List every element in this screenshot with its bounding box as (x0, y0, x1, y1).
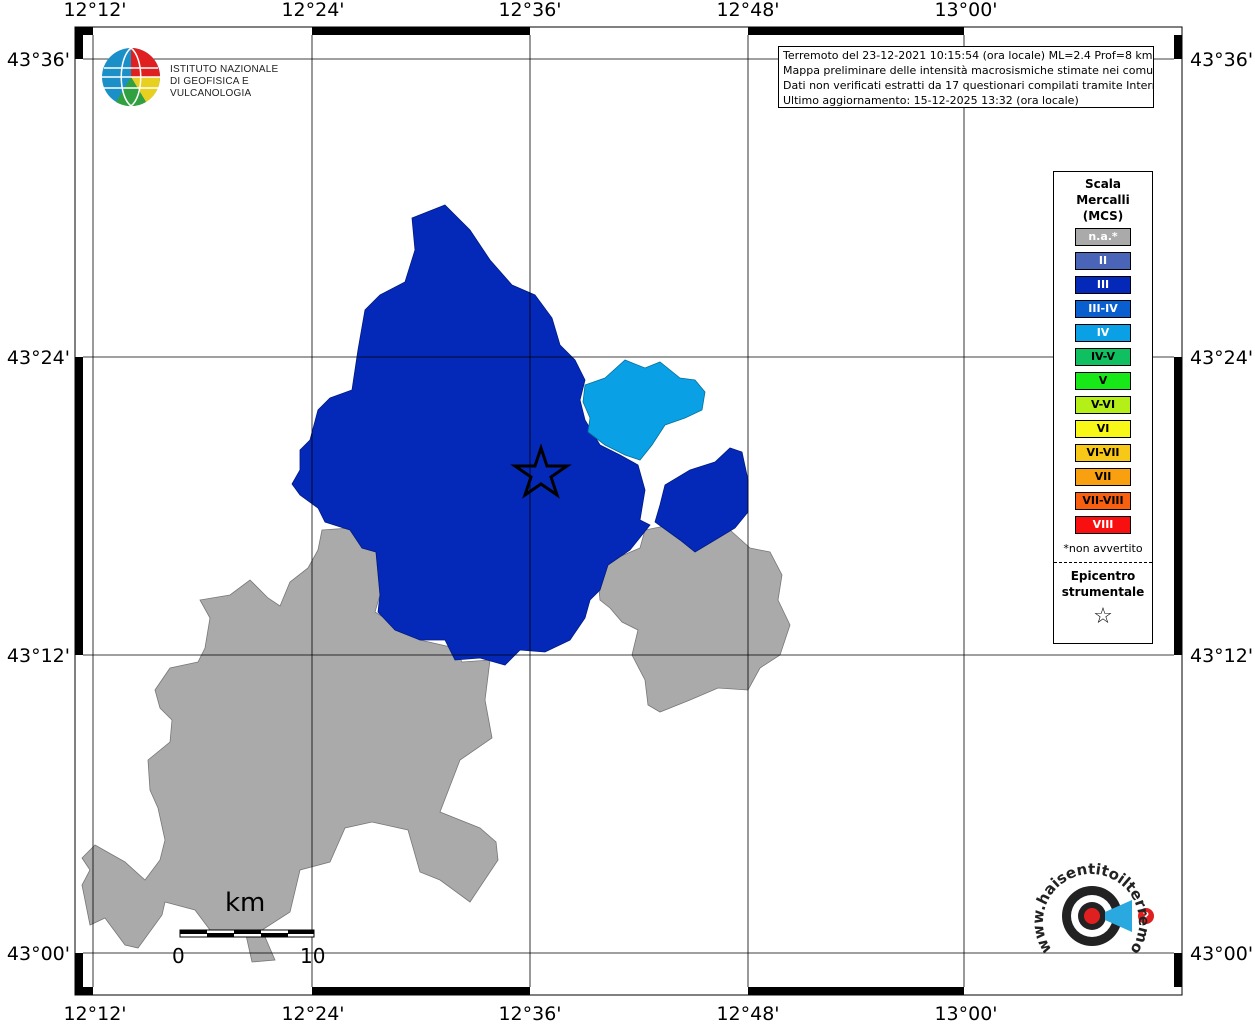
epicenter-star-icon: ☆ (1093, 604, 1113, 629)
lat-label: 43°36' (1190, 49, 1253, 71)
ingv-name-line2: DI GEOFISICA E VULCANOLOGIA (170, 76, 252, 99)
scale-start-label: 0 (172, 944, 185, 968)
longitude-labels-top: 12°12' 12°24' 12°36' 12°48' 13°00' (63, 0, 997, 21)
lat-label: 43°36' (7, 49, 70, 71)
legend-item: n.a.* (1075, 228, 1131, 246)
lat-label: 43°24' (7, 347, 70, 369)
legend-item: IV (1075, 324, 1131, 342)
lat-label: 43°12' (1190, 645, 1253, 667)
lon-label: 12°24' (281, 1003, 344, 1024)
scale-bar (179, 929, 315, 938)
event-info-line: Ultimo aggiornamento: 15-12-2025 13:32 (… (783, 94, 1079, 107)
legend-title: Mercalli (1076, 193, 1130, 207)
event-info-box: Terremoto del 23-12-2021 10:15:54 (ora l… (778, 46, 1154, 108)
globe-icon (102, 47, 161, 107)
legend-item: III-IV (1075, 300, 1131, 318)
legend-item: VI-VII (1075, 444, 1131, 462)
legend-item: V-VI (1075, 396, 1131, 414)
mcs-legend: Scala Mercalli (MCS) n.a.* II III III-IV IV I… (1053, 171, 1153, 644)
legend-title: (MCS) (1082, 209, 1124, 223)
lon-label: 12°12' (63, 0, 126, 21)
lon-label: 12°36' (498, 1003, 561, 1024)
lon-label: 13°00' (934, 0, 997, 21)
ingv-name-line1: ISTITUTO NAZIONALE (170, 64, 279, 75)
ingv-logo: ISTITUTO NAZIONALE DI GEOFISICA E VULCAN… (100, 46, 320, 110)
scale-end-label: 10 (300, 944, 326, 968)
legend-item: II (1075, 252, 1131, 270)
latitude-labels-left: 43°36' 43°24' 43°12' 43°00' (7, 49, 70, 965)
haisentito-logo: ? www.haisentitoilterremoto.it (1025, 836, 1160, 980)
lon-label: 12°12' (63, 1003, 126, 1024)
lon-label: 13°00' (934, 1003, 997, 1024)
lat-label: 43°00' (1190, 943, 1253, 965)
lon-label: 12°48' (716, 0, 779, 21)
legend-epicenter-label: strumentale (1061, 585, 1145, 599)
lat-label: 43°12' (7, 645, 70, 667)
event-info-line: Terremoto del 23-12-2021 10:15:54 (ora l… (783, 49, 1153, 62)
lon-label: 12°36' (498, 0, 561, 21)
legend-item: III (1075, 276, 1131, 294)
latitude-labels-right: 43°36' 43°24' 43°12' 43°00' (1190, 49, 1253, 965)
legend-epicenter-label: Epicentro (1070, 569, 1136, 583)
scale-unit: km (225, 888, 266, 918)
legend-item: VI (1075, 420, 1131, 438)
legend-separator (1054, 562, 1152, 563)
legend-items: n.a.* II III III-IV IV IV-V V V-VI VI VI-VII VII VI… (1054, 228, 1152, 534)
legend-item: VII (1075, 468, 1131, 486)
legend-item: V (1075, 372, 1131, 390)
legend-note: *non avvertito (1063, 542, 1143, 555)
legend-item: VIII (1075, 516, 1131, 534)
legend-item: IV-V (1075, 348, 1131, 366)
lon-label: 12°48' (716, 1003, 779, 1024)
legend-item: VII-VIII (1075, 492, 1131, 510)
lon-label: 12°24' (281, 0, 344, 21)
event-info-line: Mappa preliminare delle intensità macros… (783, 64, 1154, 77)
lat-label: 43°24' (1190, 347, 1253, 369)
lat-label: 43°00' (7, 943, 70, 965)
longitude-labels-bottom: 12°12' 12°24' 12°36' 12°48' 13°00' (63, 1003, 997, 1024)
legend-title: Scala (1084, 177, 1122, 191)
event-info-line: Dati non verificati estratti da 17 quest… (783, 79, 1154, 92)
